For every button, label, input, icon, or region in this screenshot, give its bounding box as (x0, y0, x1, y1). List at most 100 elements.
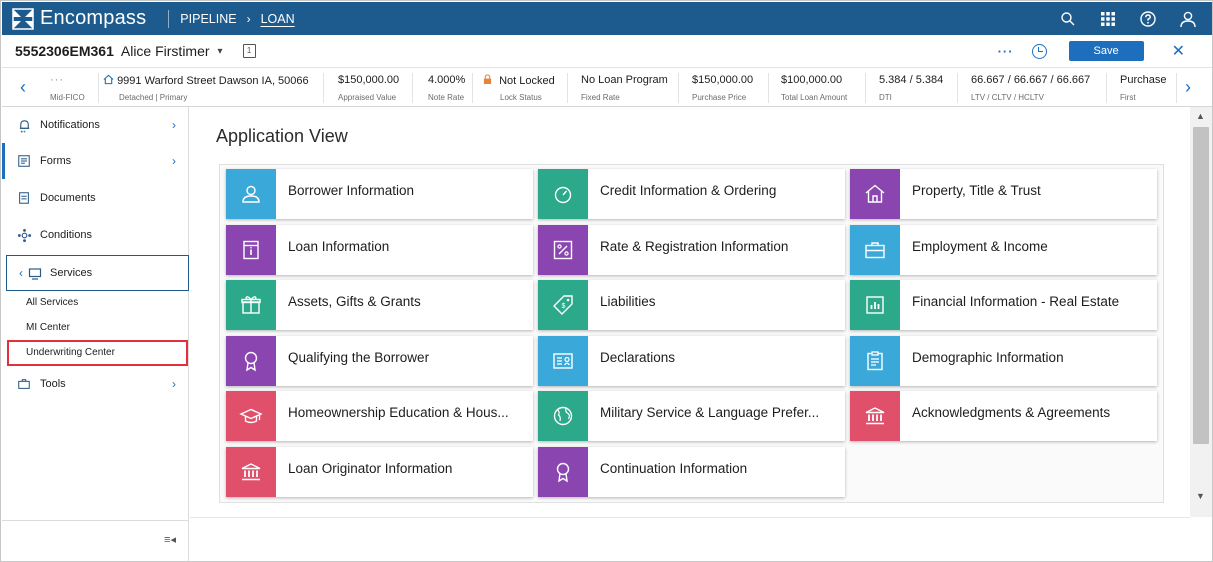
tile-label: Declarations (600, 349, 676, 365)
sidebar-item-tools[interactable]: Tools › (2, 366, 188, 402)
ribbon-icon (538, 447, 588, 497)
sidebar-item-forms[interactable]: Forms › (2, 143, 188, 179)
nav-loan[interactable]: LOAN (261, 12, 295, 26)
sidebar-item-conditions[interactable]: Conditions (2, 217, 188, 253)
sidebar-subitem-underwriting-center[interactable]: Underwriting Center (26, 347, 115, 358)
globe-icon (538, 391, 588, 441)
top-bar: Encompass PIPELINE › LOAN (2, 2, 1212, 35)
app-window: Encompass PIPELINE › LOAN 5552306EM361 A… (0, 0, 1213, 562)
tile-financial-information-real-estate[interactable]: Financial Information - Real Estate (850, 280, 1157, 330)
summary-ltv: 66.667 / 66.667 / 66.667 LTV / CLTV / HC… (971, 74, 1091, 102)
graduation-cap-icon (226, 391, 276, 441)
summary-dti: 5.384 / 5.384 DTI (879, 74, 944, 102)
search-icon[interactable] (1059, 10, 1077, 28)
scroll-down-arrow-icon[interactable]: ▼ (1196, 491, 1205, 501)
sidebar-subitem-all-services[interactable]: All Services (26, 297, 78, 308)
sidebar-subitem-mi-center[interactable]: MI Center (26, 322, 70, 333)
tile-label: Financial Information - Real Estate (912, 293, 1120, 309)
lock-status-value: Not Locked (499, 75, 555, 87)
tile-liabilities[interactable]: $ Liabilities (538, 280, 845, 330)
sidebar-divider (2, 520, 188, 521)
form-icon (16, 153, 32, 169)
summary-purchase-price: $150,000.00 Purchase Price (692, 74, 754, 102)
top-icons (1059, 2, 1197, 35)
tile-homeownership-education[interactable]: Homeownership Education & Hous... (226, 391, 533, 441)
svg-text:$: $ (562, 303, 566, 310)
borrower-selector[interactable]: Alice Firstimer ▾ (121, 43, 223, 59)
summary-note-rate: 4.000% Note Rate (428, 74, 466, 102)
tile-label: Employment & Income (912, 238, 1048, 254)
save-button[interactable]: Save (1068, 41, 1144, 61)
tile-loan-originator-information[interactable]: Loan Originator Information (226, 447, 533, 497)
loan-summary-strip: ‹ ··· Mid-FICO 9991 Warford Street Dawso… (2, 67, 1212, 107)
summary-divider (1176, 73, 1177, 103)
sidebar-item-notifications[interactable]: Notifications › (2, 107, 188, 143)
tile-label: Credit Information & Ordering (600, 182, 777, 198)
loan-document-icon[interactable]: 1 (242, 44, 256, 58)
main-scrollbar[interactable]: ▲ ▼ (1190, 107, 1212, 517)
borrower-name: Alice Firstimer (120, 43, 210, 59)
loan-header: 5552306EM361 Alice Firstimer ▾ 1 ··· Sav… (2, 35, 1212, 67)
summary-divider (323, 73, 324, 103)
percent-icon (538, 225, 588, 275)
summary-divider (865, 73, 866, 103)
tile-label: Homeownership Education & Hous... (288, 404, 509, 420)
address-value: 9991 Warford Street Dawson IA, 50066 (117, 75, 309, 87)
tile-declarations[interactable]: Declarations (538, 336, 845, 386)
tile-property-title-trust[interactable]: Property, Title & Trust (850, 169, 1157, 219)
tile-assets-gifts-grants[interactable]: Assets, Gifts & Grants (226, 280, 533, 330)
chevron-right-icon: › (172, 154, 176, 168)
help-icon[interactable] (1139, 10, 1157, 28)
tile-employment-income[interactable]: Employment & Income (850, 225, 1157, 275)
chevron-right-icon: › (172, 377, 176, 391)
tile-label: Property, Title & Trust (912, 182, 1041, 198)
tile-borrower-information[interactable]: Borrower Information (226, 169, 533, 219)
tile-label: Demographic Information (912, 349, 1064, 365)
summary-fico: ··· Mid-FICO (50, 74, 85, 102)
header-actions: ··· Save ✕ (998, 35, 1212, 67)
sidebar-item-services[interactable]: ‹ Services (6, 255, 189, 291)
price-tag-icon: $ (538, 280, 588, 330)
briefcase-icon (850, 225, 900, 275)
summary-loan-program: No Loan Program Fixed Rate (581, 74, 668, 102)
tile-label: Qualifying the Borrower (288, 349, 430, 365)
sidebar-item-label: Services (50, 267, 93, 279)
scroll-up-arrow-icon[interactable]: ▲ (1196, 111, 1205, 121)
collapse-sidebar-icon[interactable]: ≡◂ (164, 533, 176, 546)
loan-number: 5552306EM361 (15, 43, 114, 59)
sidebar-item-documents[interactable]: Documents (2, 180, 188, 216)
chart-icon (850, 280, 900, 330)
tile-label: Acknowledgments & Agreements (912, 404, 1111, 420)
summary-next-arrow-icon[interactable]: › (1185, 77, 1191, 98)
tools-icon (16, 376, 32, 392)
summary-address: 9991 Warford Street Dawson IA, 50066 Det… (103, 68, 323, 107)
bank-icon (850, 391, 900, 441)
history-clock-icon[interactable] (1031, 43, 1047, 59)
summary-prev-arrow-icon[interactable]: ‹ (20, 77, 26, 98)
tile-label: Military Service & Language Prefer... (600, 404, 820, 420)
tile-demographic-information[interactable]: Demographic Information (850, 336, 1157, 386)
scroll-thumb[interactable] (1193, 127, 1209, 444)
more-options-icon[interactable]: ··· (998, 44, 1014, 59)
user-profile-icon[interactable] (1179, 10, 1197, 28)
tile-rate-registration[interactable]: Rate & Registration Information (538, 225, 845, 275)
tile-acknowledgments-agreements[interactable]: Acknowledgments & Agreements (850, 391, 1157, 441)
summary-appraised: $150,000.00 Appraised Value (338, 74, 400, 102)
tile-qualifying-the-borrower[interactable]: Qualifying the Borrower (226, 336, 533, 386)
tile-military-service-language[interactable]: Military Service & Language Prefer... (538, 391, 845, 441)
person-icon (226, 169, 276, 219)
tile-continuation-information[interactable]: Continuation Information (538, 447, 845, 497)
chevron-left-icon[interactable]: ‹ (19, 266, 23, 280)
conditions-network-icon (16, 227, 32, 243)
tile-credit-information[interactable]: Credit Information & Ordering (538, 169, 845, 219)
tile-loan-information[interactable]: Loan Information (226, 225, 533, 275)
nav-pipeline[interactable]: PIPELINE (180, 12, 236, 26)
summary-divider (1106, 73, 1107, 103)
bank-icon (226, 447, 276, 497)
encompass-logo[interactable]: Encompass (12, 7, 146, 30)
tile-label: Loan Originator Information (288, 460, 453, 476)
apps-grid-icon[interactable] (1099, 10, 1117, 28)
summary-divider (567, 73, 568, 103)
close-icon[interactable]: ✕ (1172, 41, 1185, 61)
sidebar-item-label: Tools (40, 378, 66, 390)
